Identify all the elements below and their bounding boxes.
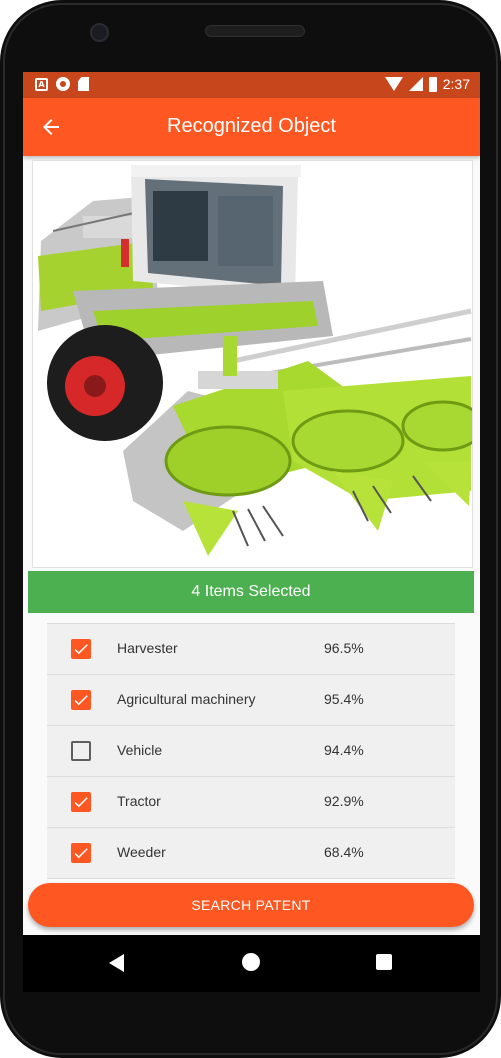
phone-frame: A 2:37 Recognized Object 4 Items Selecte… [0,0,501,1058]
label-score: 68.4% [324,844,364,860]
checkbox-checked[interactable] [71,843,91,863]
status-time: 2:37 [442,76,470,92]
label-score: 92.9% [324,793,364,809]
check-icon [74,644,88,655]
check-icon [74,695,88,706]
checkbox-checked[interactable] [71,690,91,710]
harvester-illustration [33,161,472,567]
nav-back-icon[interactable] [109,954,124,972]
record-icon [56,77,70,91]
recognized-image [32,160,473,568]
nav-recent-apps-icon[interactable] [376,954,392,970]
list-item[interactable]: Harvester 96.5% [47,623,455,675]
label-name: Weeder [117,844,166,860]
checkbox-unchecked[interactable] [71,741,91,761]
check-icon [74,848,88,859]
android-nav-bar [23,935,480,992]
list-item[interactable]: Agricultural machinery 95.4% [47,675,455,726]
app-screen: A 2:37 Recognized Object 4 Items Selecte… [23,72,480,992]
check-icon [74,797,88,808]
label-score: 95.4% [324,691,364,707]
earpiece-speaker [205,25,305,37]
signal-icon [408,77,423,91]
checkbox-checked[interactable] [71,639,91,659]
sd-card-icon [78,77,89,91]
list-item[interactable]: Weeder 68.4% [47,828,455,879]
search-patent-button[interactable]: SEARCH PATENT [28,883,474,927]
battery-icon [428,76,437,92]
label-score: 94.4% [324,742,364,758]
a-notification-icon: A [35,77,48,91]
selection-count-banner: 4 Items Selected [28,571,474,613]
label-score: 96.5% [324,640,364,656]
page-title: Recognized Object [167,115,336,137]
recognized-label-list: Harvester 96.5% Agricultural machinery 9… [47,623,455,879]
wifi-icon [384,77,403,91]
label-name: Vehicle [117,742,163,758]
app-bar: Recognized Object [23,98,480,156]
list-item[interactable]: Vehicle 94.4% [47,726,455,777]
checkbox-checked[interactable] [71,792,91,812]
front-camera [90,23,109,42]
label-name: Harvester [117,640,178,656]
status-bar: A 2:37 [23,72,480,98]
nav-home-icon[interactable] [242,953,260,971]
label-name: Agricultural machinery [117,691,256,707]
list-item[interactable]: Tractor 92.9% [47,777,455,828]
label-name: Tractor [117,793,161,809]
